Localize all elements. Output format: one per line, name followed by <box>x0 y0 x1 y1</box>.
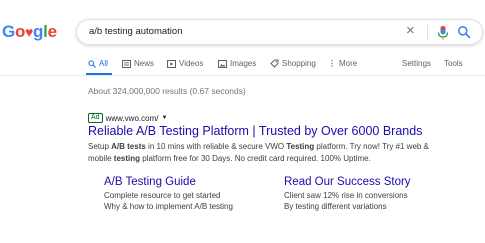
tab-more-label: More <box>339 59 358 68</box>
tab-news[interactable]: News <box>122 59 154 68</box>
sitelink-success-story: Read Our Success Story Client saw 12% ri… <box>284 176 411 211</box>
ad-url[interactable]: www.vwo.com/ <box>106 114 159 123</box>
ad-badge: Ad <box>88 113 103 123</box>
ad-description-text: in 10 mins with reliable & secure VWO <box>145 142 287 151</box>
image-icon <box>218 59 227 68</box>
video-icon <box>167 59 176 68</box>
ad-description-keyword: Testing <box>286 142 315 151</box>
sitelink-ab-testing-guide: A/B Testing Guide Complete resource to g… <box>104 176 233 211</box>
search-divider <box>427 25 428 40</box>
google-logo[interactable]: Go♥gle <box>2 22 57 42</box>
ad-description-text: platform free for 30 Days. No credit car… <box>140 154 371 163</box>
search-input[interactable]: a/b testing automation <box>89 26 182 37</box>
tools-link[interactable]: Tools <box>444 59 463 68</box>
tab-videos[interactable]: Videos <box>167 59 203 68</box>
tab-videos-label: Videos <box>179 59 204 68</box>
settings-label: Settings <box>402 59 431 68</box>
tab-news-label: News <box>134 59 155 68</box>
sitelink-line: Complete resource to get started <box>104 191 221 200</box>
ad-description-keyword: testing <box>113 154 141 163</box>
sitelink-line: By testing different variations <box>284 202 387 211</box>
clear-icon[interactable]: × <box>406 22 415 39</box>
settings-link[interactable]: Settings <box>402 59 431 68</box>
tag-icon <box>270 59 279 68</box>
tab-shopping-label: Shopping <box>282 59 316 68</box>
tab-images[interactable]: Images <box>218 59 256 68</box>
search-icon[interactable] <box>457 25 471 39</box>
tab-images-label: Images <box>230 59 257 68</box>
search-icon <box>88 59 96 68</box>
tab-all-label: All <box>99 59 108 68</box>
microphone-icon[interactable] <box>436 25 450 41</box>
tab-shopping[interactable]: Shopping <box>270 59 316 68</box>
more-vertical-icon: ⋮ <box>328 59 336 68</box>
tools-label: Tools <box>444 59 463 68</box>
search-box[interactable]: a/b testing automation × <box>76 19 483 45</box>
tab-all[interactable]: All <box>88 59 108 68</box>
dropdown-arrow-icon[interactable]: ▼ <box>161 115 167 121</box>
sitelink-line: Why & how to implement A/B testing <box>104 202 233 211</box>
sitelink-title[interactable]: A/B Testing Guide <box>104 176 233 188</box>
result-stats: About 324,000,000 results (0.67 seconds) <box>88 86 246 96</box>
news-icon <box>122 59 131 68</box>
search-tabs: All News Videos Images Shopping ⋮ More S… <box>0 59 485 75</box>
tab-more[interactable]: ⋮ More <box>328 59 357 68</box>
ad-description-keyword: A/B tests <box>111 142 146 151</box>
ad-description-text: Setup <box>88 142 112 151</box>
ad-url-line: Ad www.vwo.com/ ▼ <box>88 113 167 123</box>
ad-title-link[interactable]: Reliable A/B Testing Platform | Trusted … <box>88 124 422 138</box>
sitelink-title[interactable]: Read Our Success Story <box>284 176 411 188</box>
ad-description: Setup A/B tests in 10 mins with reliable… <box>88 141 448 165</box>
tabs-divider <box>0 75 485 76</box>
sitelink-line: Client saw 12% rise in conversions <box>284 191 408 200</box>
